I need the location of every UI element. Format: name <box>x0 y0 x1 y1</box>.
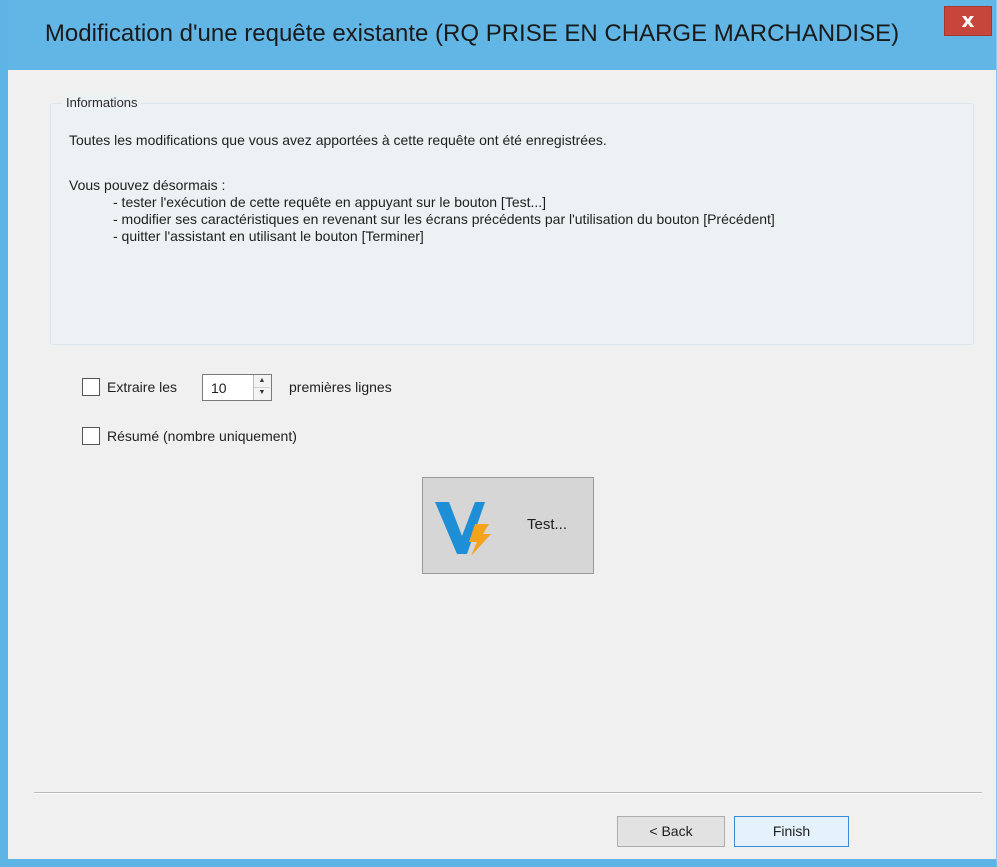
groupbox-legend: Informations <box>63 95 141 110</box>
info-saved-text: Toutes les modifications que vous avez a… <box>69 132 607 148</box>
title-bar[interactable]: Modification d'une requête existante (RQ… <box>8 0 996 70</box>
close-button[interactable]: x <box>944 6 992 36</box>
footer-separator <box>34 792 982 794</box>
finish-button[interactable]: Finish <box>734 816 849 847</box>
info-bullet-modify: - modifier ses caractéristiques en reven… <box>113 211 775 227</box>
extract-suffix-label: premières lignes <box>289 379 392 395</box>
stepper-down-icon[interactable]: ▼ <box>254 387 270 399</box>
close-icon: x <box>961 8 975 32</box>
v-lightning-logo-icon <box>435 502 491 556</box>
info-intro-text: Vous pouvez désormais : <box>69 177 226 193</box>
wizard-window: Modification d'une requête existante (RQ… <box>0 0 997 867</box>
back-button[interactable]: < Back <box>617 816 725 847</box>
stepper-buttons: ▲ ▼ <box>253 375 271 400</box>
extract-count-value: 10 <box>211 380 227 396</box>
extract-count-stepper[interactable]: 10 ▲ ▼ <box>202 374 272 401</box>
info-bullet-test: - tester l'exécution de cette requête en… <box>113 194 547 210</box>
window-title: Modification d'une requête existante (RQ… <box>44 20 900 47</box>
extract-label: Extraire les <box>107 379 178 395</box>
summary-checkbox[interactable] <box>82 427 100 445</box>
test-button-label: Test... <box>527 516 568 533</box>
extract-checkbox[interactable] <box>82 378 100 396</box>
test-button[interactable]: Test... <box>422 477 594 574</box>
informations-groupbox: Informations Toutes les modifications qu… <box>50 95 974 345</box>
wizard-content: Informations Toutes les modifications qu… <box>8 70 996 859</box>
info-bullet-quit: - quitter l'assistant en utilisant le bo… <box>113 228 424 244</box>
summary-label: Résumé (nombre uniquement) <box>107 428 297 444</box>
